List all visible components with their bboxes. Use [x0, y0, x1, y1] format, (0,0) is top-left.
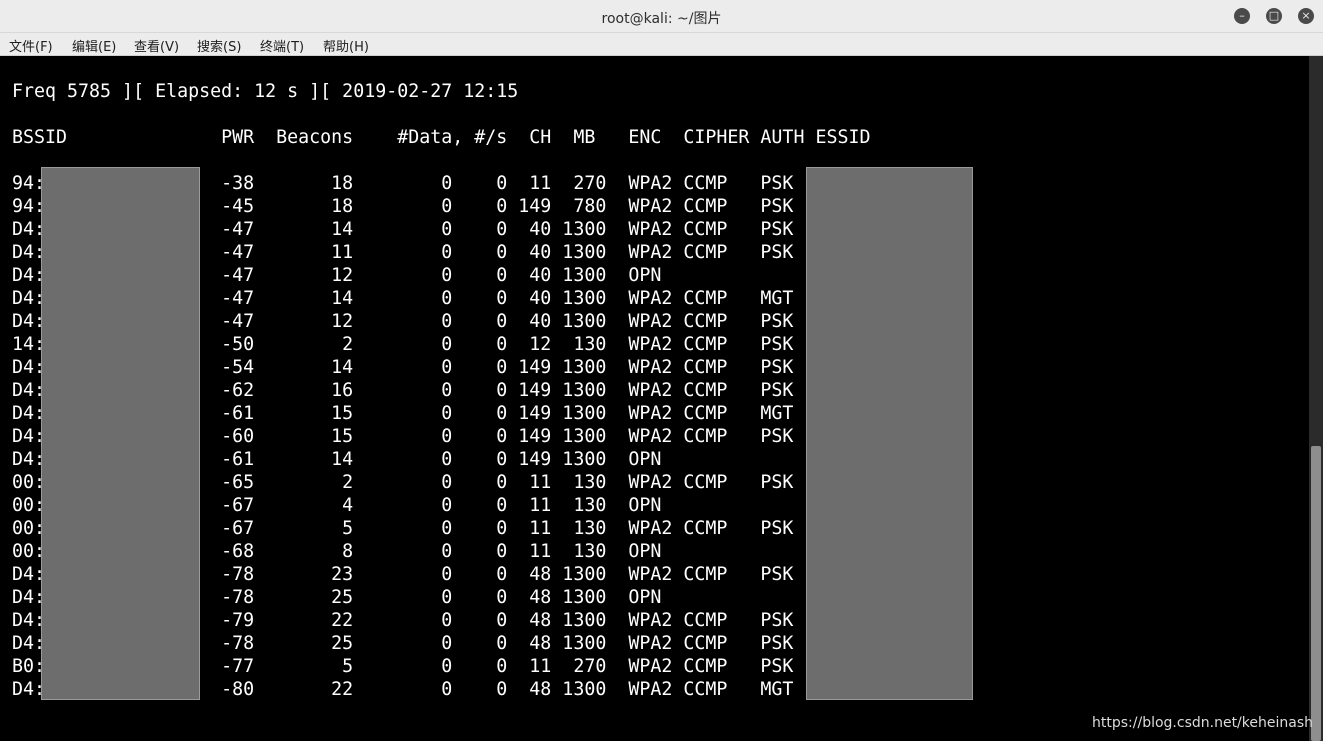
watermark: https://blog.csdn.net/keheinash	[1092, 715, 1313, 731]
menu-terminal[interactable]: 终端(T)	[260, 36, 304, 55]
menu-edit[interactable]: 编辑(E)	[72, 36, 116, 55]
bssid-redaction	[41, 167, 200, 700]
scrollbar-thumb[interactable]	[1311, 446, 1321, 741]
scrollbar[interactable]	[1309, 56, 1323, 741]
terminal-output[interactable]: Freq 5785 ][ Elapsed: 12 s ][ 2019-02-27…	[0, 56, 1309, 741]
window-titlebar[interactable]: root@kali: ~/图片 – □ ×	[0, 0, 1323, 33]
maximize-icon[interactable]: □	[1266, 8, 1282, 24]
menu-file[interactable]: 文件(F)	[9, 36, 53, 55]
close-icon[interactable]: ×	[1298, 8, 1314, 24]
window-title: root@kali: ~/图片	[601, 11, 722, 27]
essid-redaction	[806, 167, 973, 700]
minimize-icon[interactable]: –	[1234, 8, 1250, 24]
menu-search[interactable]: 搜索(S)	[197, 36, 241, 55]
menu-bar: 文件(F) 编辑(E) 查看(V) 搜索(S) 终端(T) 帮助(H)	[0, 33, 1323, 56]
table-header: BSSID PWR Beacons #Data, #/s CH MB ENC C…	[12, 127, 871, 148]
menu-view[interactable]: 查看(V)	[134, 36, 179, 55]
menu-help[interactable]: 帮助(H)	[323, 36, 369, 55]
status-line: Freq 5785 ][ Elapsed: 12 s ][ 2019-02-27…	[12, 81, 519, 102]
